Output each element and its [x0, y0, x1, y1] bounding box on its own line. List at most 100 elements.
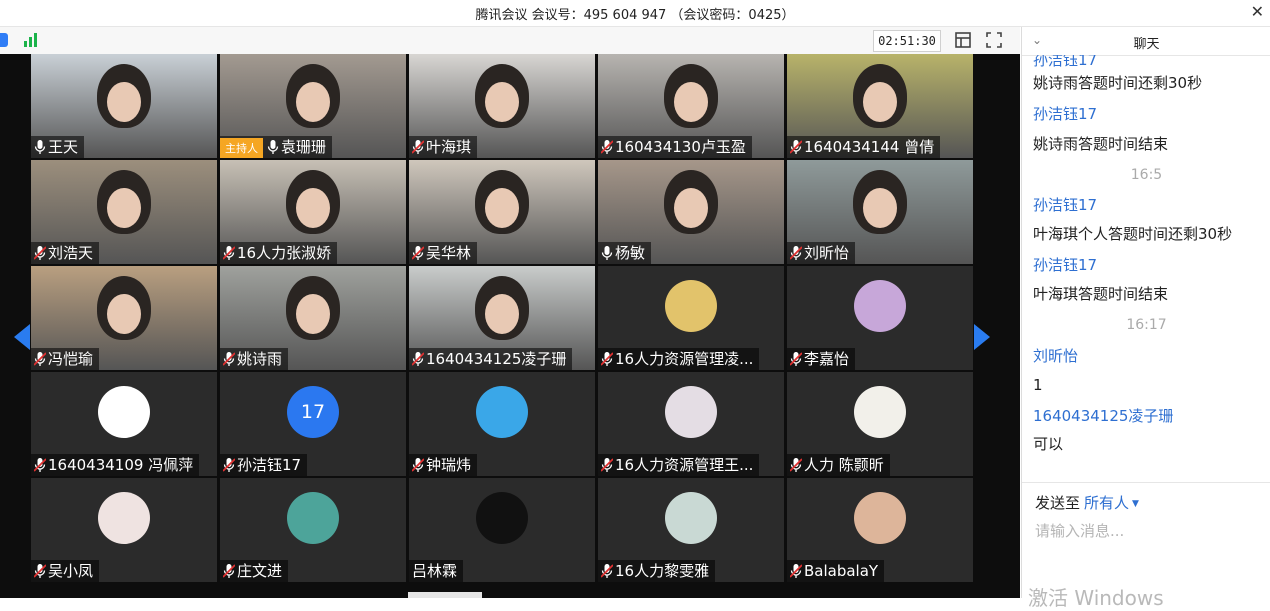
- window-title: 腾讯会议 会议号：495 604 947 （会议密码：0425）: [475, 8, 795, 23]
- participant-tile[interactable]: 刘昕怡: [787, 160, 973, 264]
- participant-avatar: [665, 280, 717, 332]
- participant-tile[interactable]: 吴华林: [409, 160, 595, 264]
- horizontal-scrollbar[interactable]: [408, 592, 482, 598]
- participant-name-label: 1640434144 曾倩: [787, 136, 941, 158]
- chat-message-text: 叶海琪答题时间结束: [1033, 285, 1169, 303]
- participant-tile[interactable]: 杨敏: [598, 160, 784, 264]
- participant-video-feed: [97, 64, 151, 128]
- participant-video-feed: [286, 170, 340, 234]
- mic-muted-icon: [34, 564, 46, 578]
- participant-name: 杨敏: [615, 244, 646, 262]
- chat-sender-name: 孙洁钰17: [1033, 55, 1098, 69]
- participant-name-label: 孙洁钰17: [220, 454, 308, 476]
- title-bar: 腾讯会议 会议号：495 604 947 （会议密码：0425） ✕: [0, 0, 1270, 27]
- participant-name: 吴华林: [426, 244, 472, 262]
- participant-tile[interactable]: 李嘉怡: [787, 266, 973, 370]
- participant-name-label: 吕林霖: [409, 560, 464, 582]
- participant-name: 吴小凤: [48, 562, 94, 580]
- participant-tile[interactable]: 16人力资源管理王...: [598, 372, 784, 476]
- next-page-arrow-icon[interactable]: [974, 324, 990, 350]
- participant-name: 孙洁钰17: [237, 456, 302, 474]
- participant-tile[interactable]: 人力 陈颢昕: [787, 372, 973, 476]
- dropdown-caret-icon[interactable]: ▼: [1132, 499, 1139, 509]
- chat-message-text: 可以: [1033, 435, 1064, 453]
- mic-muted-icon: [790, 246, 802, 260]
- mic-muted-icon: [601, 458, 613, 472]
- participant-avatar: [665, 386, 717, 438]
- mic-muted-icon: [790, 352, 802, 366]
- participant-tile[interactable]: 吕林霖: [409, 478, 595, 582]
- participant-name: 钟瑞炜: [426, 456, 472, 474]
- participant-name-label: 主持人 袁珊珊: [220, 136, 333, 158]
- participant-video-feed: [286, 276, 340, 340]
- participant-tile[interactable]: 16人力张淑娇: [220, 160, 406, 264]
- participant-tile[interactable]: 16人力资源管理凌...: [598, 266, 784, 370]
- participant-video-feed: [286, 64, 340, 128]
- mic-muted-icon: [601, 564, 613, 578]
- participant-name-label: 1640434125凌子珊: [409, 348, 573, 370]
- close-icon[interactable]: ✕: [1251, 2, 1264, 21]
- participant-name-label: 16人力黎雯雅: [598, 560, 716, 582]
- chat-sender-name: 孙洁钰17: [1033, 105, 1098, 123]
- participant-avatar: [98, 386, 150, 438]
- fullscreen-icon[interactable]: [985, 31, 1003, 49]
- participant-video-feed: [475, 276, 529, 340]
- participant-avatar: [854, 280, 906, 332]
- participant-tile[interactable]: 冯恺瑜: [31, 266, 217, 370]
- chat-message-list[interactable]: 孙洁钰17 姚诗雨答题时间还剩30秒 孙洁钰17 姚诗雨答题时间结束 16:5 孙洁钰17…: [1022, 55, 1270, 500]
- chat-compose: 发送至所有人▼ 激活 Windows: [1022, 482, 1270, 610]
- participant-name-label: 王天: [31, 136, 85, 158]
- network-signal-icon[interactable]: [24, 33, 40, 47]
- participant-tile[interactable]: 王天: [31, 54, 217, 158]
- participant-tile[interactable]: 主持人 袁珊珊: [220, 54, 406, 158]
- mic-on-icon: [267, 140, 279, 154]
- participant-avatar: [287, 492, 339, 544]
- participant-tile[interactable]: 吴小凤: [31, 478, 217, 582]
- mic-muted-icon: [412, 246, 424, 260]
- participant-name: 吕林霖: [412, 562, 458, 580]
- layout-toggle-icon[interactable]: [954, 31, 972, 49]
- chat-sender-name: 孙洁钰17: [1033, 256, 1098, 274]
- participant-tile[interactable]: BalabalaY: [787, 478, 973, 582]
- participant-name-label: 人力 陈颢昕: [787, 454, 890, 476]
- participant-tile[interactable]: 刘浩天: [31, 160, 217, 264]
- chat-sender-name: 1640434125凌子珊: [1033, 407, 1174, 425]
- participant-tile[interactable]: 160434130卢玉盈: [598, 54, 784, 158]
- video-gallery: 王天 主持人 袁珊珊 叶海琪 160434130卢玉盈 1640434144 曾倩 刘浩天 1…: [0, 54, 1020, 598]
- security-shield-icon[interactable]: [0, 33, 8, 47]
- previous-page-arrow-icon[interactable]: [14, 324, 30, 350]
- participant-name: 刘昕怡: [804, 244, 850, 262]
- participant-video-feed: [664, 170, 718, 234]
- participant-name: 16人力资源管理凌...: [615, 350, 754, 368]
- participant-name: 1640434125凌子珊: [426, 350, 567, 368]
- host-badge: 主持人: [220, 138, 263, 158]
- participant-name: 冯恺瑜: [48, 350, 94, 368]
- participant-name-label: 冯恺瑜: [31, 348, 100, 370]
- participant-name: 王天: [48, 138, 79, 156]
- chat-timestamp: 16:5: [1130, 167, 1163, 183]
- send-to-target[interactable]: 所有人: [1084, 494, 1129, 512]
- participant-tile[interactable]: 庄文进: [220, 478, 406, 582]
- participant-avatar: 17: [287, 386, 339, 438]
- participant-tile[interactable]: 17 孙洁钰17: [220, 372, 406, 476]
- participant-tile[interactable]: 叶海琪: [409, 54, 595, 158]
- chat-sender-name: 孙洁钰17: [1033, 196, 1098, 214]
- participant-name-label: 吴华林: [409, 242, 478, 264]
- participant-tile[interactable]: 钟瑞炜: [409, 372, 595, 476]
- participant-tile[interactable]: 1640434109 冯佩萍: [31, 372, 217, 476]
- participant-tile[interactable]: 姚诗雨: [220, 266, 406, 370]
- participant-tile[interactable]: 16人力黎雯雅: [598, 478, 784, 582]
- participant-name: 庄文进: [237, 562, 283, 580]
- participant-grid: 王天 主持人 袁珊珊 叶海琪 160434130卢玉盈 1640434144 曾倩 刘浩天 1…: [31, 54, 974, 584]
- participant-tile[interactable]: 1640434144 曾倩: [787, 54, 973, 158]
- participant-name-label: BalabalaY: [787, 560, 885, 582]
- chat-message-input[interactable]: [1033, 517, 1262, 545]
- mic-muted-icon: [34, 458, 46, 472]
- meeting-timer: 02:51:30: [873, 30, 941, 52]
- participant-video-feed: [97, 276, 151, 340]
- participant-tile[interactable]: 1640434125凌子珊: [409, 266, 595, 370]
- chat-panel: ⌄ 聊天 孙洁钰17 姚诗雨答题时间还剩30秒 孙洁钰17 姚诗雨答题时间结束 16:5…: [1021, 27, 1270, 610]
- participant-avatar: [98, 492, 150, 544]
- send-to-selector[interactable]: 发送至 所有人 ▼: [1035, 492, 1139, 513]
- participant-name-label: 刘昕怡: [787, 242, 856, 264]
